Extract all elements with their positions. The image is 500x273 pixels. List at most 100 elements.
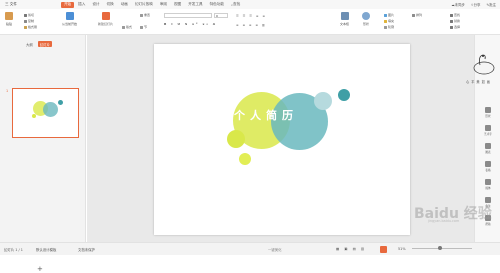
beautify-button[interactable]: 一键美化 [268,247,282,252]
right-wordart-button[interactable]: 艺术字 [479,125,497,136]
slides-panel: 大纲 幻灯片 1 + [0,35,86,273]
picture-button[interactable]: 图片 [384,13,394,17]
small-lime-circle [227,130,245,148]
right-wordart-label: 艺术字 [484,133,492,136]
tab-animation[interactable]: 动画 [118,2,131,8]
copy-label: 复制 [28,19,35,23]
right-chart-button[interactable]: 图表 [479,143,497,154]
file-menu[interactable]: 三 文件 [2,2,20,8]
search-tab[interactable]: ⌕ 查找 [228,2,243,8]
select-icon [450,25,453,29]
right-tools: ☁ 未同步 ⇪ 分享 ✎ 批注 [445,0,496,9]
comment-button[interactable]: ✎ 批注 [486,2,496,8]
reset-icon [140,13,143,17]
reset-label: 重置 [144,13,151,17]
slide-canvas[interactable]: 个人简历 [154,44,410,235]
chart-icon [485,143,491,149]
thumb-small-lime-circle [32,114,36,118]
fill-button[interactable]: 填充 [384,19,394,23]
brush-icon [24,25,27,29]
font-size-select[interactable]: 0 [214,13,228,18]
share-label: 分享 [473,3,481,7]
corner-watermark-text: 心 平 美 如 画 [466,80,491,84]
zoom-slider-handle[interactable] [438,246,442,250]
tab-design[interactable]: 设计 [89,2,102,8]
font-family-select[interactable] [164,13,212,18]
picture-icon [384,13,387,17]
select-label: 选择 [454,25,461,29]
paste-button[interactable]: 粘贴 [5,12,13,26]
align-buttons[interactable]: ≡ ≡ ≡ ≡ ▥ [236,23,266,27]
right-shape-button[interactable]: 形状 [479,107,497,118]
outline-button[interactable]: 轮廓 [384,25,394,29]
thumb-teal-circle [43,102,58,117]
slide-number: 1 [6,89,9,93]
outline-label: 轮廓 [388,25,395,29]
right-media-label: 媒体 [485,187,491,190]
panel-tabs: 大纲 幻灯片 [24,41,55,47]
section-button[interactable]: 节 [140,25,147,29]
doc-protect-status[interactable]: 文档未保护 [78,247,95,252]
share-button[interactable]: ⇪ 分享 [471,2,481,8]
new-slide-label: 新建幻灯片 [98,22,114,26]
cut-label: 剪切 [28,13,35,17]
shape-label: 形状 [362,22,369,26]
layout-button[interactable]: 版式 [122,25,132,29]
textbox-button[interactable]: 文本框 [340,12,349,26]
select-button[interactable]: 选择 [450,25,460,29]
right-media-button[interactable]: 媒体 [479,179,497,190]
zoom-slider[interactable] [412,248,472,249]
paste-label: 粘贴 [5,22,12,26]
tab-slides[interactable]: 幻灯片 [37,41,52,47]
tab-insert[interactable]: 插入 [75,2,88,8]
search-label: 查找 [232,2,241,6]
play-slideshow-button[interactable] [380,246,387,253]
arrange-button[interactable]: 排列 [412,13,422,17]
font-style-buttons[interactable]: B I U S x² x₂ A [164,22,217,26]
right-table-label: 表格 [485,169,491,172]
shape-icon [362,12,370,20]
format-painter-button[interactable]: 格式刷 [24,25,37,29]
slide-thumbnail[interactable] [12,88,79,138]
right-chart-label: 图表 [485,151,491,154]
zoom-percent[interactable]: 51% [398,247,406,251]
slide-info: 幻灯片 1 / 1 [4,247,23,252]
textbox-icon [340,12,349,20]
tab-review[interactable]: 审阅 [157,2,170,8]
fill-icon [384,19,387,23]
tab-home[interactable]: 开始 [60,1,75,8]
sync-status[interactable]: ☁ 未同步 [451,2,465,8]
find-label: 查找 [454,13,461,17]
paragraph-buttons[interactable]: ☰ ☰ ☰ ≡ ≡ [236,14,266,18]
copy-button[interactable]: 复制 [24,19,34,23]
reset-button[interactable]: 重置 [140,13,150,17]
from-current-label: 从当前开始 [62,22,78,26]
replace-button[interactable]: 替换 [450,19,460,23]
menu-bar: 三 文件 开始 插入 设计 切换 动画 幻灯片放映 审阅 视图 开发工具 特色功… [0,0,500,9]
shape-button[interactable]: 形状 [362,12,370,26]
tab-slideshow[interactable]: 幻灯片放映 [132,2,156,8]
arrange-icon [412,13,415,17]
copy-icon [24,19,27,23]
shape-icon [485,107,491,113]
tab-view[interactable]: 视图 [171,2,184,8]
right-table-button[interactable]: 表格 [479,161,497,172]
new-slide-icon [101,12,110,20]
tab-features[interactable]: 特色功能 [207,2,227,8]
layout-icon [122,25,125,29]
new-slide-button[interactable]: 新建幻灯片 [98,12,113,26]
add-slide-button[interactable]: + [37,265,43,273]
tab-transition[interactable]: 切换 [104,2,117,8]
view-buttons[interactable]: ▦ ▣ ▤ ▥ [336,247,366,251]
tab-developer[interactable]: 开发工具 [185,2,205,8]
tiny-lime-circle [239,153,251,165]
find-button[interactable]: 查找 [450,13,460,17]
wordart-icon [485,125,491,131]
cut-button[interactable]: 剪切 [24,13,34,17]
theme-name: 默认设计模板 [36,247,57,252]
scissors-icon [24,13,27,17]
slide-title[interactable]: 个人简历 [234,107,298,123]
from-current-button[interactable]: 从当前开始 [62,12,77,26]
tab-outline[interactable]: 大纲 [24,41,35,47]
ribbon: 粘贴 剪切 复制 格式刷 从当前开始 新建幻灯片 版式 重置 节 0 B I U… [0,9,500,35]
